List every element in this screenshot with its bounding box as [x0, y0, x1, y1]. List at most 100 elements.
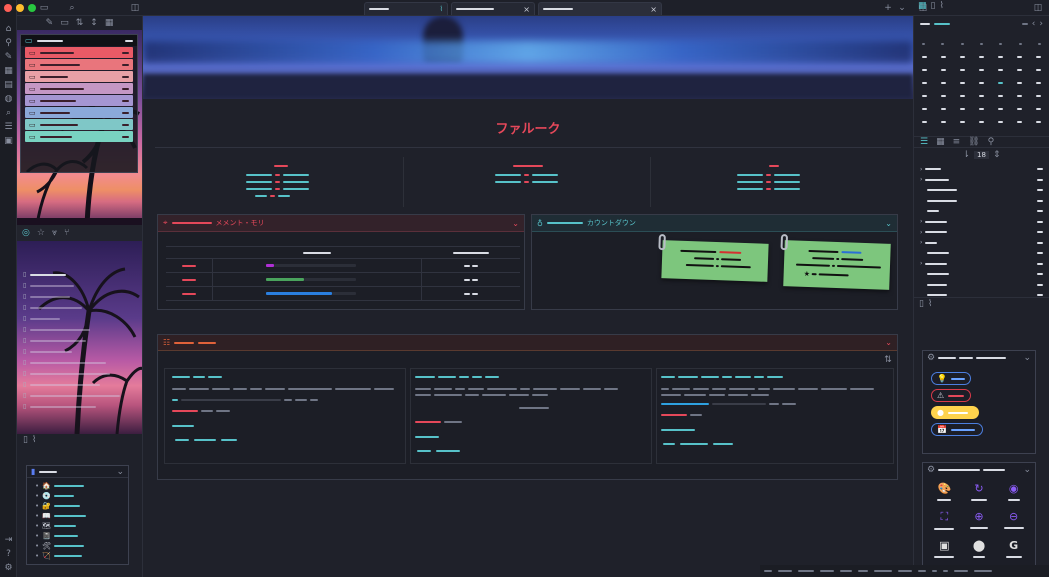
- chevron-down-icon[interactable]: ⌄: [116, 467, 124, 477]
- tab-3-active[interactable]: ×: [538, 2, 662, 15]
- chevron-right-icon[interactable]: ›: [920, 229, 922, 236]
- close-window-button[interactable]: [4, 4, 12, 12]
- calendar-day[interactable]: [998, 107, 1003, 110]
- outline-item[interactable]: [920, 185, 1043, 196]
- calendar-day[interactable]: [941, 120, 946, 123]
- outline-item[interactable]: ›: [920, 227, 1043, 238]
- folder-item[interactable]: ▭: [25, 47, 133, 58]
- palette-tool[interactable]: 🎨: [927, 482, 962, 504]
- tasks-header[interactable]: ☷ ⌄: [158, 335, 897, 351]
- refresh-tool[interactable]: ↻: [962, 482, 997, 504]
- folder-item[interactable]: ▭: [25, 83, 133, 94]
- link-icon[interactable]: ⛓: [968, 137, 979, 147]
- file-icon[interactable]: ▯: [931, 1, 936, 11]
- calendar-day[interactable]: [941, 55, 946, 58]
- calendar-day[interactable]: [960, 120, 965, 123]
- help-icon[interactable]: ?: [0, 547, 17, 561]
- file-item[interactable]: ▯: [23, 324, 137, 335]
- calendar-day[interactable]: [1036, 81, 1041, 84]
- file-item[interactable]: ▯: [23, 335, 137, 346]
- file-item[interactable]: ▯: [23, 302, 137, 313]
- note-tool[interactable]: ▣: [927, 539, 962, 561]
- calendar-day[interactable]: [998, 120, 1003, 123]
- calendar-day[interactable]: [1017, 120, 1022, 123]
- outline-item[interactable]: ›: [920, 164, 1043, 175]
- outline-item[interactable]: ›: [920, 175, 1043, 186]
- chevron-down-icon[interactable]: ⌄: [1023, 465, 1031, 475]
- calendar-day[interactable]: [979, 81, 984, 84]
- file-item[interactable]: ▯: [23, 379, 137, 390]
- file-item[interactable]: ▯: [23, 269, 137, 280]
- clipboard-icon[interactable]: ▣: [0, 134, 17, 148]
- list-icon[interactable]: ≡: [953, 137, 961, 147]
- calendar-day[interactable]: [1036, 68, 1041, 71]
- pin-icon[interactable]: ⌇: [440, 5, 443, 13]
- calendar-day[interactable]: [922, 55, 927, 58]
- outline-item[interactable]: ›: [920, 217, 1043, 228]
- calendar-pill-button[interactable]: 📅: [931, 423, 983, 436]
- sort-icon[interactable]: ⇅: [76, 18, 84, 28]
- folder-item[interactable]: ▭: [25, 131, 133, 142]
- calendar-day[interactable]: [1017, 94, 1022, 97]
- tab-1[interactable]: ⌇: [364, 2, 448, 15]
- maximize-window-button[interactable]: [28, 4, 36, 12]
- minimize-window-button[interactable]: [16, 4, 24, 12]
- outline-item[interactable]: [920, 280, 1043, 291]
- bookmark-item[interactable]: • 🛠: [35, 541, 128, 551]
- chevron-down-icon[interactable]: ⌄: [896, 2, 908, 14]
- idea-pill-button[interactable]: 💡: [931, 372, 971, 385]
- calendar-day[interactable]: [922, 107, 927, 110]
- file-item[interactable]: ▯: [23, 390, 137, 401]
- highlight-pill-button[interactable]: ●: [931, 406, 979, 419]
- calendar-day[interactable]: [960, 107, 965, 110]
- chevron-right-icon[interactable]: ›: [920, 239, 922, 246]
- fullscreen-tool[interactable]: ⛶: [927, 510, 962, 533]
- memento-mori-header[interactable]: ⌖ メメント・モリ ⌄: [158, 215, 524, 232]
- file-icon[interactable]: ▯: [23, 435, 28, 445]
- pin-icon[interactable]: ⌇: [32, 435, 36, 445]
- outline-item[interactable]: ›: [920, 259, 1043, 270]
- target-icon[interactable]: ◎: [22, 228, 30, 238]
- graph-icon[interactable]: ⚲: [988, 137, 995, 147]
- refresh-icon[interactable]: ⇅: [883, 355, 893, 365]
- calendar-day[interactable]: [998, 68, 1003, 71]
- folder-item[interactable]: ▭: [25, 59, 133, 70]
- calendar-day[interactable]: [922, 120, 927, 123]
- calendar-icon[interactable]: ▦: [0, 64, 17, 78]
- calendar-day[interactable]: [1037, 42, 1041, 45]
- calendar-day[interactable]: [941, 107, 946, 110]
- chevron-left-icon[interactable]: ‹: [1032, 19, 1036, 29]
- new-tab-icon[interactable]: +: [882, 2, 894, 14]
- calendar-day[interactable]: [979, 120, 984, 123]
- folder-item[interactable]: ▭: [25, 95, 133, 106]
- sidebar-toggle-icon[interactable]: ◫: [129, 2, 141, 14]
- calendar-day[interactable]: [922, 81, 927, 84]
- chevron-down-icon[interactable]: ⌄: [885, 338, 892, 347]
- chevron-down-icon[interactable]: ⌄: [512, 219, 519, 228]
- outline-item[interactable]: [920, 196, 1043, 207]
- file-item[interactable]: ▯: [23, 357, 137, 368]
- graph-icon[interactable]: ⚲: [0, 36, 17, 50]
- bookmark-item[interactable]: • 🔐: [35, 501, 128, 511]
- bookmark-item[interactable]: • 📖: [35, 511, 128, 521]
- countdown-header[interactable]: ♁ カウントダウン ⌄: [532, 215, 897, 232]
- outline-item[interactable]: [920, 269, 1043, 280]
- calendar-day[interactable]: [922, 42, 925, 45]
- chevron-right-icon[interactable]: ›: [920, 176, 922, 183]
- calendar-day[interactable]: [941, 81, 946, 84]
- calendar-day[interactable]: [979, 94, 984, 97]
- new-folder-icon[interactable]: ▭: [60, 18, 69, 28]
- chevron-right-icon[interactable]: ›: [1039, 19, 1043, 29]
- star-icon[interactable]: ☆: [37, 228, 45, 238]
- outline-icon[interactable]: ☰: [920, 137, 928, 147]
- calendar-day[interactable]: [1036, 107, 1041, 110]
- zoom-out-tool[interactable]: ⊖: [996, 510, 1031, 533]
- collapse-icon[interactable]: ↕: [90, 18, 98, 28]
- vault-root[interactable]: ▭: [21, 35, 137, 46]
- globe-icon[interactable]: ◍: [0, 92, 17, 106]
- bookmark-item[interactable]: • 📓: [35, 531, 128, 541]
- calendar-day[interactable]: [960, 81, 965, 84]
- tab-2[interactable]: ×: [451, 2, 535, 15]
- chevron-right-icon[interactable]: ›: [920, 166, 922, 173]
- search-icon[interactable]: ⌕: [66, 2, 78, 14]
